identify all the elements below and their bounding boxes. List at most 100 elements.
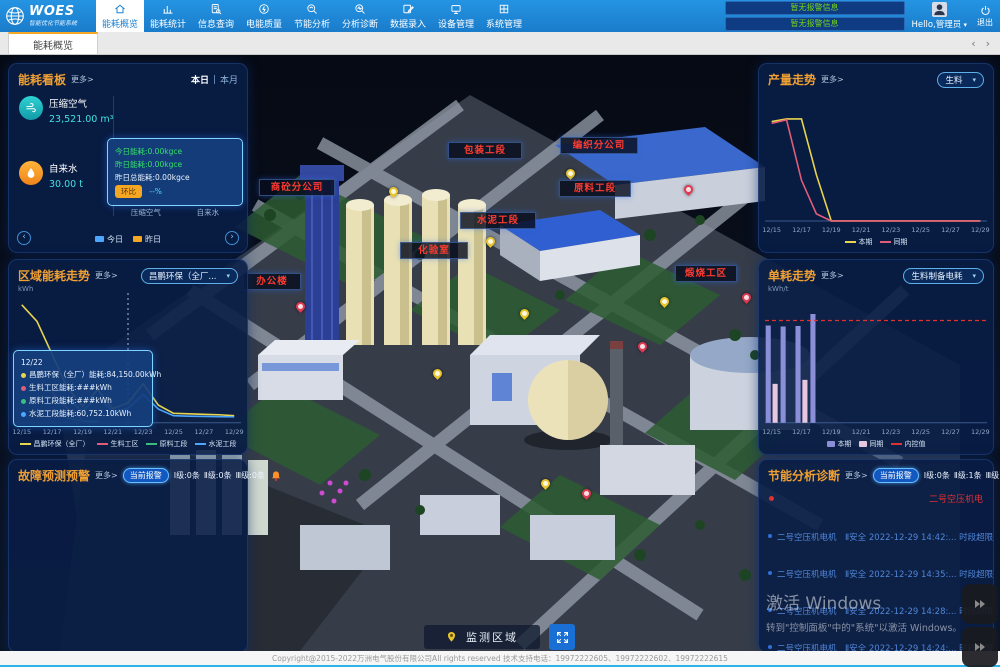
alarm-bell-icon [270,470,282,482]
system-icon [498,3,510,15]
device-icon [450,3,462,15]
water-drop-icon [19,161,43,185]
user-menu[interactable]: Hello,管理员 [912,2,968,30]
nav-item-diagnosis[interactable]: 分析诊断 [336,0,384,32]
alarm-list-item[interactable]: 二号空压机电机 Ⅱ安全 2022-12-29 14:42:... 时段超限-关.… [759,531,993,543]
nav-item-energy-overview[interactable]: 能耗概览 [96,0,144,32]
legend-item: 昌鹏环保（全厂） [20,439,90,449]
logo: WOES 智能优化节能系统 [0,0,96,32]
nav-item-energy-stats[interactable]: 能耗统计 [144,0,192,32]
current-alarm-button[interactable]: 当前报警 [873,468,919,483]
map-label-laboratory[interactable]: 化验室 [400,242,468,259]
tab-strip: 能耗概览 [0,32,1000,55]
power-quality-icon [258,3,270,15]
floating-media-widget-2[interactable] [962,627,998,667]
nav-item-power-quality[interactable]: 电能质量 [240,0,288,32]
map-label-office-building[interactable]: 办公楼 [243,273,301,290]
x-tick-label: 12/29 [971,428,990,436]
nav-item-device-mgmt[interactable]: 设备管理 [432,0,480,32]
red-dot-icon [769,496,774,501]
floating-media-widget-1[interactable] [962,584,998,624]
panel-analysis-diagnosis: 节能分析诊断 更多> 当前报警 Ⅰ级:0条 Ⅱ级:1条 Ⅲ级:0条 二号空压机电… [758,459,994,651]
x-tick-label: 12/23 [134,428,153,436]
more-link[interactable]: 更多> [95,270,118,281]
more-link[interactable]: 更多> [821,74,844,85]
logout-button[interactable]: 退出 [974,5,996,28]
tab-scroll-left-icon[interactable] [971,37,975,50]
tab-energy-overview[interactable]: 能耗概览 [8,32,98,54]
more-link[interactable]: 更多> [845,470,868,481]
day-month-toggle[interactable]: 本日本月 [191,73,238,86]
current-alarm-button[interactable]: 当前报警 [123,468,169,483]
x-tick-label: 12/21 [852,428,871,436]
alarm-list-item[interactable]: 二号空压机电机 Ⅱ安全 2022-12-29 14:35:... 时段超限-关.… [759,568,993,580]
panel-title: 单耗走势 [768,267,816,284]
app-window: WOES 智能优化节能系统 能耗概览 能耗统计 信息查询 电能质量 节能分析 分… [0,0,1000,667]
x-tick-label: 12/21 [103,428,122,436]
unit-select[interactable]: 生料制备电耗 [903,268,984,284]
panel-fault-warning: 故障预测预警 更多> 当前报警 Ⅰ级:0条 Ⅱ级:0条 Ⅲ级:0条 [8,459,248,651]
nav-item-system-mgmt[interactable]: 系统管理 [480,0,528,32]
bar-chart-icon [162,3,174,15]
fullscreen-icon [556,631,569,644]
x-tick-label: 12/15 [762,428,781,436]
nav-right: 暂无报警信息 暂无报警信息 Hello,管理员 退出 [725,0,1000,32]
panel-title: 产量走势 [768,71,816,88]
monitor-region-button[interactable]: 监测区域 [424,625,540,649]
more-link[interactable]: 更多> [821,270,844,281]
panel-production-trend: 产量走势 更多> 生料 12/1512/1712/1912/2112/2312/… [758,63,994,253]
more-link[interactable]: 更多> [95,470,118,481]
x-tick-label: 12/25 [164,428,183,436]
panel-unit-trend: 单耗走势 更多> 生料制备电耗 kWh/t 12/15 12/17 12/19 12/… [758,259,994,455]
x-tick-label: 12/17 [792,226,811,234]
x-tick-label: 12/27 [941,226,960,234]
x-tick-label: 12/19 [822,226,841,234]
legend-item: 同期 [859,439,884,449]
x-tick-label: 12/25 [911,428,930,436]
alarm-banner-1: 暂无报警信息 [725,1,905,15]
x-tick-label: 12/23 [882,226,901,234]
tab-scroll-right-icon[interactable] [986,37,990,50]
map-label-calcining-area[interactable]: 煅烧工区 [675,265,737,282]
x-tick-label: 12/15 [12,428,31,436]
map-label-packing-section[interactable]: 包装工段 [448,142,522,159]
main-scene: 商砼分公司 包装工段 编织分公司 原料工段 水泥工段 化验室 办公楼 煅烧工区 … [0,55,1000,651]
y-axis-label: kWh/t [768,285,789,293]
unit-trend-chart: 12/1512/1712/1912/2112/2312/2512/2712/29… [765,286,987,450]
x-tick-label: 12/29 [971,226,990,234]
legend-item: 本期 [845,237,873,247]
alarm-list-item[interactable]: 二号空压机电机 Ⅱ安全 2022-12-29 14:24:... 时段超限-关.… [759,642,993,651]
legend-item: 本期 [827,439,852,449]
media-widget-icon [972,639,988,655]
legend-item: 水泥工段 [195,439,237,449]
nav-item-info-query[interactable]: 信息查询 [192,0,240,32]
location-pin-icon [446,631,457,644]
x-tick-label: 12/21 [852,226,871,234]
map-label-weaving-branch[interactable]: 编织分公司 [560,137,638,154]
power-icon [980,5,991,16]
ratio-button[interactable]: 环比 [115,185,142,198]
next-icon[interactable] [225,231,239,245]
map-label-raw-material-section[interactable]: 原料工段 [559,180,631,197]
map-label-concrete-branch[interactable]: 商砼分公司 [259,179,335,196]
panel-title: 节能分析诊断 [768,467,840,484]
more-link[interactable]: 更多> [71,74,94,85]
map-label-cement-section[interactable]: 水泥工段 [460,212,536,229]
x-tick-label: 12/19 [822,428,841,436]
nav-item-data-entry[interactable]: 数据录入 [384,0,432,32]
region-select[interactable]: 昌鹏环保（全厂... [141,268,238,284]
x-tick-label: 12/17 [792,428,811,436]
nav-item-energy-analysis[interactable]: 节能分析 [288,0,336,32]
x-tick-label: 12/25 [911,226,930,234]
region-trend-tooltip: 12/22 昌鹏环保（全厂）能耗:84,150.00kWh 生料工区能耗:###… [13,350,153,427]
prev-icon[interactable] [17,231,31,245]
product-select[interactable]: 生料 [937,72,984,88]
x-tick-label: 12/27 [941,428,960,436]
alarm-list-item[interactable]: 二号空压机电机 Ⅱ安全 2022-12-29 14:28:... 时段超限-关.… [759,605,993,617]
fullscreen-button[interactable] [549,624,575,650]
doc-search-icon [210,3,222,15]
panel-region-trend: 区域能耗走势 更多> 昌鹏环保（全厂... kWh 12/1512/1712/1… [8,259,248,455]
greeting: Hello,管理员 [912,18,968,30]
panel-title: 区域能耗走势 [18,267,90,284]
legend-item: 同期 [880,237,908,247]
